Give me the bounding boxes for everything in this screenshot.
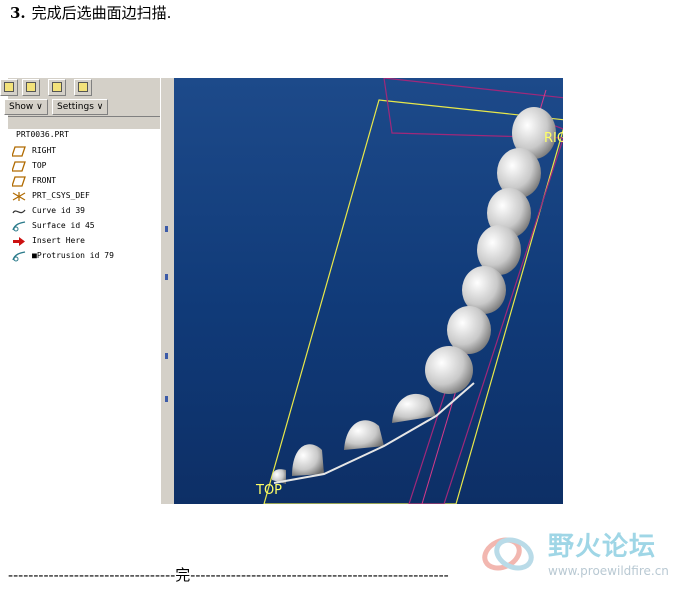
forum-watermark: 野火论坛 www.proewildfire.cn xyxy=(478,526,683,586)
panel-splitter[interactable] xyxy=(160,78,175,504)
step-heading: 3. 完成后选曲面边扫描. xyxy=(10,2,171,23)
splitter-arrow-icon xyxy=(165,353,168,359)
splitter-arrow-icon xyxy=(165,226,168,232)
tree-header xyxy=(8,116,160,130)
step-number: 3. xyxy=(10,4,26,22)
tree-item-label: ■Protrusion id 79 xyxy=(32,251,114,260)
csys-icon xyxy=(12,192,26,201)
tree-item-top[interactable]: TOP xyxy=(12,160,157,174)
model-tree-panel: Show ∨ Settings ∨ PRT0036.PRT RIGHT TOP … xyxy=(0,78,161,504)
tree-item-label: FRONT xyxy=(32,176,57,185)
shell-8 xyxy=(392,393,436,423)
folder-star-icon xyxy=(52,82,62,92)
tools-icon xyxy=(78,82,88,92)
model-graphics: RIG TOP xyxy=(255,78,563,504)
flame-logo-icon xyxy=(482,537,534,571)
datum-plane-icon xyxy=(12,176,26,187)
datum-plane-icon xyxy=(12,161,26,172)
app-screenshot: Show ∨ Settings ∨ PRT0036.PRT RIGHT TOP … xyxy=(0,78,563,504)
watermark-url: www.proewildfire.cn xyxy=(548,564,669,578)
tree-item-csys[interactable]: PRT_CSYS_DEF xyxy=(12,190,157,204)
tree-menu-row: Show ∨ Settings ∨ xyxy=(4,98,160,116)
splitter-arrow-icon xyxy=(165,274,168,280)
view-label-right: RIG xyxy=(544,131,563,146)
tree-item-surface[interactable]: Surface id 45 xyxy=(12,220,157,234)
show-dropdown[interactable]: Show ∨ xyxy=(4,99,48,115)
tree-item-label: RIGHT xyxy=(32,146,57,155)
protrusion-icon xyxy=(12,251,26,262)
tree-item-label: Surface id 45 xyxy=(32,221,95,230)
shell-7 xyxy=(425,346,473,394)
helical-sweep-surface xyxy=(272,107,556,484)
toolbar-button-3[interactable] xyxy=(48,79,66,96)
tree-item-protrusion[interactable]: ■Protrusion id 79 xyxy=(12,250,157,264)
surface-icon xyxy=(12,221,26,232)
settings-dropdown[interactable]: Settings ∨ xyxy=(52,99,109,115)
tree-root-part[interactable]: PRT0036.PRT xyxy=(16,130,69,139)
tree-item-label: TOP xyxy=(32,161,47,170)
splitter-arrow-icon xyxy=(165,396,168,402)
shell-9 xyxy=(344,420,384,450)
toolbar-button-2[interactable] xyxy=(22,79,40,96)
shell-10 xyxy=(292,444,324,476)
end-marker-line: ---------------------------------完------… xyxy=(8,566,449,584)
copy-icon xyxy=(26,82,36,92)
view-label-top: TOP xyxy=(255,483,282,498)
insert-arrow-icon xyxy=(13,237,25,246)
tree-item-label: PRT_CSYS_DEF xyxy=(32,191,90,200)
graphics-viewport[interactable]: RIG TOP xyxy=(174,78,563,504)
step-text: 完成后选曲面边扫描. xyxy=(31,4,172,22)
tree-item-label: Insert Here xyxy=(32,236,85,245)
watermark-title: 野火论坛 xyxy=(548,532,657,562)
toolbar-button-4[interactable] xyxy=(74,79,92,96)
folder-icon xyxy=(4,82,14,92)
tree-item-curve[interactable]: Curve id 39 xyxy=(12,205,157,219)
tree-item-label: Curve id 39 xyxy=(32,206,85,215)
tree-item-right[interactable]: RIGHT xyxy=(12,145,157,159)
datum-plane-icon xyxy=(12,146,26,157)
curve-icon xyxy=(12,209,26,214)
toolbar-button-1[interactable] xyxy=(0,79,18,96)
tree-item-front[interactable]: FRONT xyxy=(12,175,157,189)
tree-item-insert-here[interactable]: Insert Here xyxy=(12,235,157,249)
tree-toolbar xyxy=(0,78,160,99)
